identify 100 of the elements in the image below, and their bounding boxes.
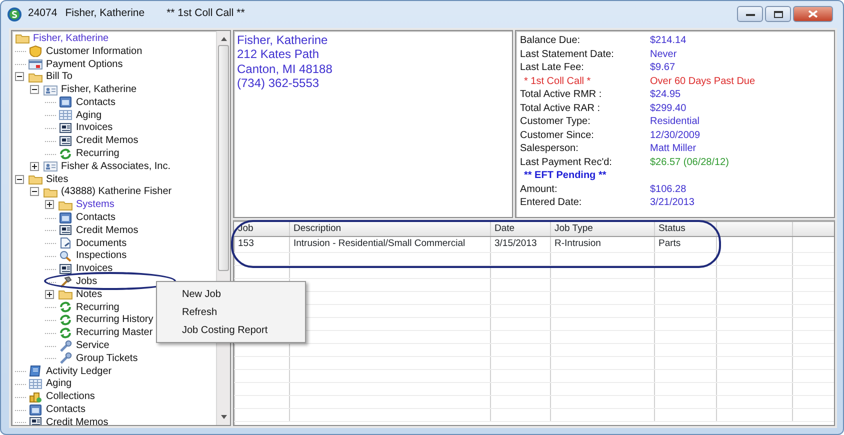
folder-icon [28, 173, 43, 186]
tree-item[interactable]: Recurring [12, 147, 216, 160]
minimize-button[interactable] [737, 6, 763, 22]
collapse-toggle-icon[interactable] [30, 187, 39, 196]
tree-item[interactable]: Documents [12, 236, 216, 250]
tree-item[interactable]: Fisher, Katherine [12, 32, 216, 45]
minimize-icon [746, 12, 754, 16]
tree-item[interactable]: Invoices [12, 262, 216, 276]
tree-item[interactable]: Sites [12, 172, 216, 186]
grid-icon [28, 378, 43, 390]
column-header[interactable]: Job Type [550, 222, 654, 237]
phone-book-icon [58, 212, 73, 224]
summary-value: $26.57 (06/28/12) [650, 156, 729, 170]
folder-icon [58, 288, 73, 300]
tree-item[interactable]: (43888) Katherine Fisher [12, 186, 216, 198]
close-icon [808, 10, 818, 18]
folder-icon [15, 32, 30, 44]
column-header[interactable]: Date [490, 222, 550, 237]
summary-label: ** EFT Pending ** [523, 169, 608, 184]
invoice-icon [58, 122, 73, 134]
document-icon [58, 237, 73, 250]
refresh-arrows-icon [58, 314, 73, 326]
menu-item[interactable]: Refresh [157, 303, 305, 321]
address-line: Canton, MI 48188 [237, 62, 334, 76]
table-cell: 153 [234, 236, 289, 252]
tree-item[interactable]: Group Tickets [12, 352, 216, 365]
ledger-icon [28, 365, 43, 378]
address-line: Fisher, Katherine [237, 33, 329, 48]
column-header[interactable]: Status [654, 222, 716, 237]
tree-item[interactable]: Jobs [12, 275, 216, 288]
app-logo-icon [7, 6, 22, 22]
column-header[interactable]: Description [289, 222, 490, 237]
tree-item[interactable]: Customer Information [12, 44, 216, 58]
tree-item[interactable]: Fisher & Associates, Inc. [12, 160, 216, 173]
close-button[interactable] [793, 6, 833, 22]
summary-label: Amount: [520, 182, 558, 197]
address-line: 212 Kates Path [237, 47, 320, 62]
phone-book-icon [28, 404, 43, 416]
id-card-icon [43, 84, 58, 96]
summary-label: Total Active RMR : [520, 88, 603, 102]
summary-label: Entered Date: [520, 196, 583, 210]
id-card-icon [43, 160, 58, 172]
invoice-icon [28, 416, 43, 425]
tree-item[interactable]: Aging [12, 378, 216, 390]
collapse-toggle-icon[interactable] [15, 72, 24, 82]
summary-label: Last Late Fee: [520, 61, 585, 76]
tree-item[interactable]: Contacts [12, 96, 216, 109]
summary-value: $299.40 [650, 102, 686, 116]
phone-book-icon [58, 96, 73, 108]
expand-toggle-icon[interactable] [45, 290, 54, 299]
tree-item[interactable]: Fisher, Katherine [12, 83, 216, 96]
scroll-up-icon[interactable] [221, 37, 227, 41]
tree-item[interactable]: Aging [12, 108, 216, 122]
column-header[interactable]: Job [234, 222, 289, 237]
collapse-toggle-icon[interactable] [30, 85, 39, 94]
menu-item[interactable]: Job Costing Report [157, 321, 305, 339]
tree-item[interactable]: Systems [12, 198, 216, 212]
collapse-toggle-icon[interactable] [15, 174, 24, 184]
folder-icon [58, 198, 73, 211]
tree-item[interactable]: Invoices [12, 122, 216, 134]
table-cell: Intrusion - Residential/Small Commercial [289, 236, 490, 252]
refresh-arrows-icon [58, 326, 73, 339]
expand-toggle-icon[interactable] [45, 200, 54, 210]
table-cell: R-Intrusion [550, 236, 654, 252]
tree-item[interactable]: Credit Memos [12, 224, 216, 237]
folder-icon [43, 186, 58, 198]
coins-icon [28, 390, 43, 403]
tree-item[interactable]: Inspections [12, 250, 216, 262]
refresh-arrows-icon [58, 148, 73, 160]
tree-item[interactable]: Contacts [12, 211, 216, 224]
summary-label: Customer Since: [520, 128, 595, 143]
summary-label: * 1st Coll Call * [523, 74, 592, 89]
tree-item[interactable]: Credit Memos [12, 416, 216, 425]
tree-item[interactable]: Bill To [12, 70, 216, 84]
maximize-button[interactable] [765, 6, 791, 22]
summary-label: Balance Due: [520, 34, 582, 48]
grid-icon [58, 109, 73, 122]
summary-label: Total Active RAR : [520, 102, 602, 116]
summary-label: Last Statement Date: [520, 48, 615, 62]
summary-label: Last Payment Rec'd: [520, 156, 613, 170]
alert-text: ** 1st Coll Call ** [166, 6, 245, 22]
tree-item[interactable]: Contacts [12, 403, 216, 416]
summary-value: $9.67 [650, 61, 676, 76]
tree-item[interactable]: Collections [12, 390, 216, 404]
summary-label: Salesperson: [520, 142, 580, 156]
wrench-icon [58, 340, 73, 352]
menu-item[interactable]: New Job [157, 285, 305, 303]
scrollbar-thumb[interactable] [218, 45, 229, 271]
summary-value: Over 60 Days Past Due [650, 74, 756, 89]
tree-item[interactable]: Activity Ledger [12, 364, 216, 378]
summary-value: 3/21/2013 [650, 196, 694, 210]
summary-value: $24.95 [650, 88, 681, 102]
tree-item[interactable]: Service [12, 339, 216, 352]
scroll-down-icon[interactable] [221, 415, 227, 419]
summary-value: $214.14 [650, 34, 686, 48]
summary-value: $106.28 [650, 182, 686, 197]
invoice-icon [58, 262, 73, 275]
tree-item[interactable]: Credit Memos [12, 134, 216, 148]
tree-item[interactable]: Payment Options [12, 58, 216, 70]
expand-toggle-icon[interactable] [30, 162, 39, 171]
